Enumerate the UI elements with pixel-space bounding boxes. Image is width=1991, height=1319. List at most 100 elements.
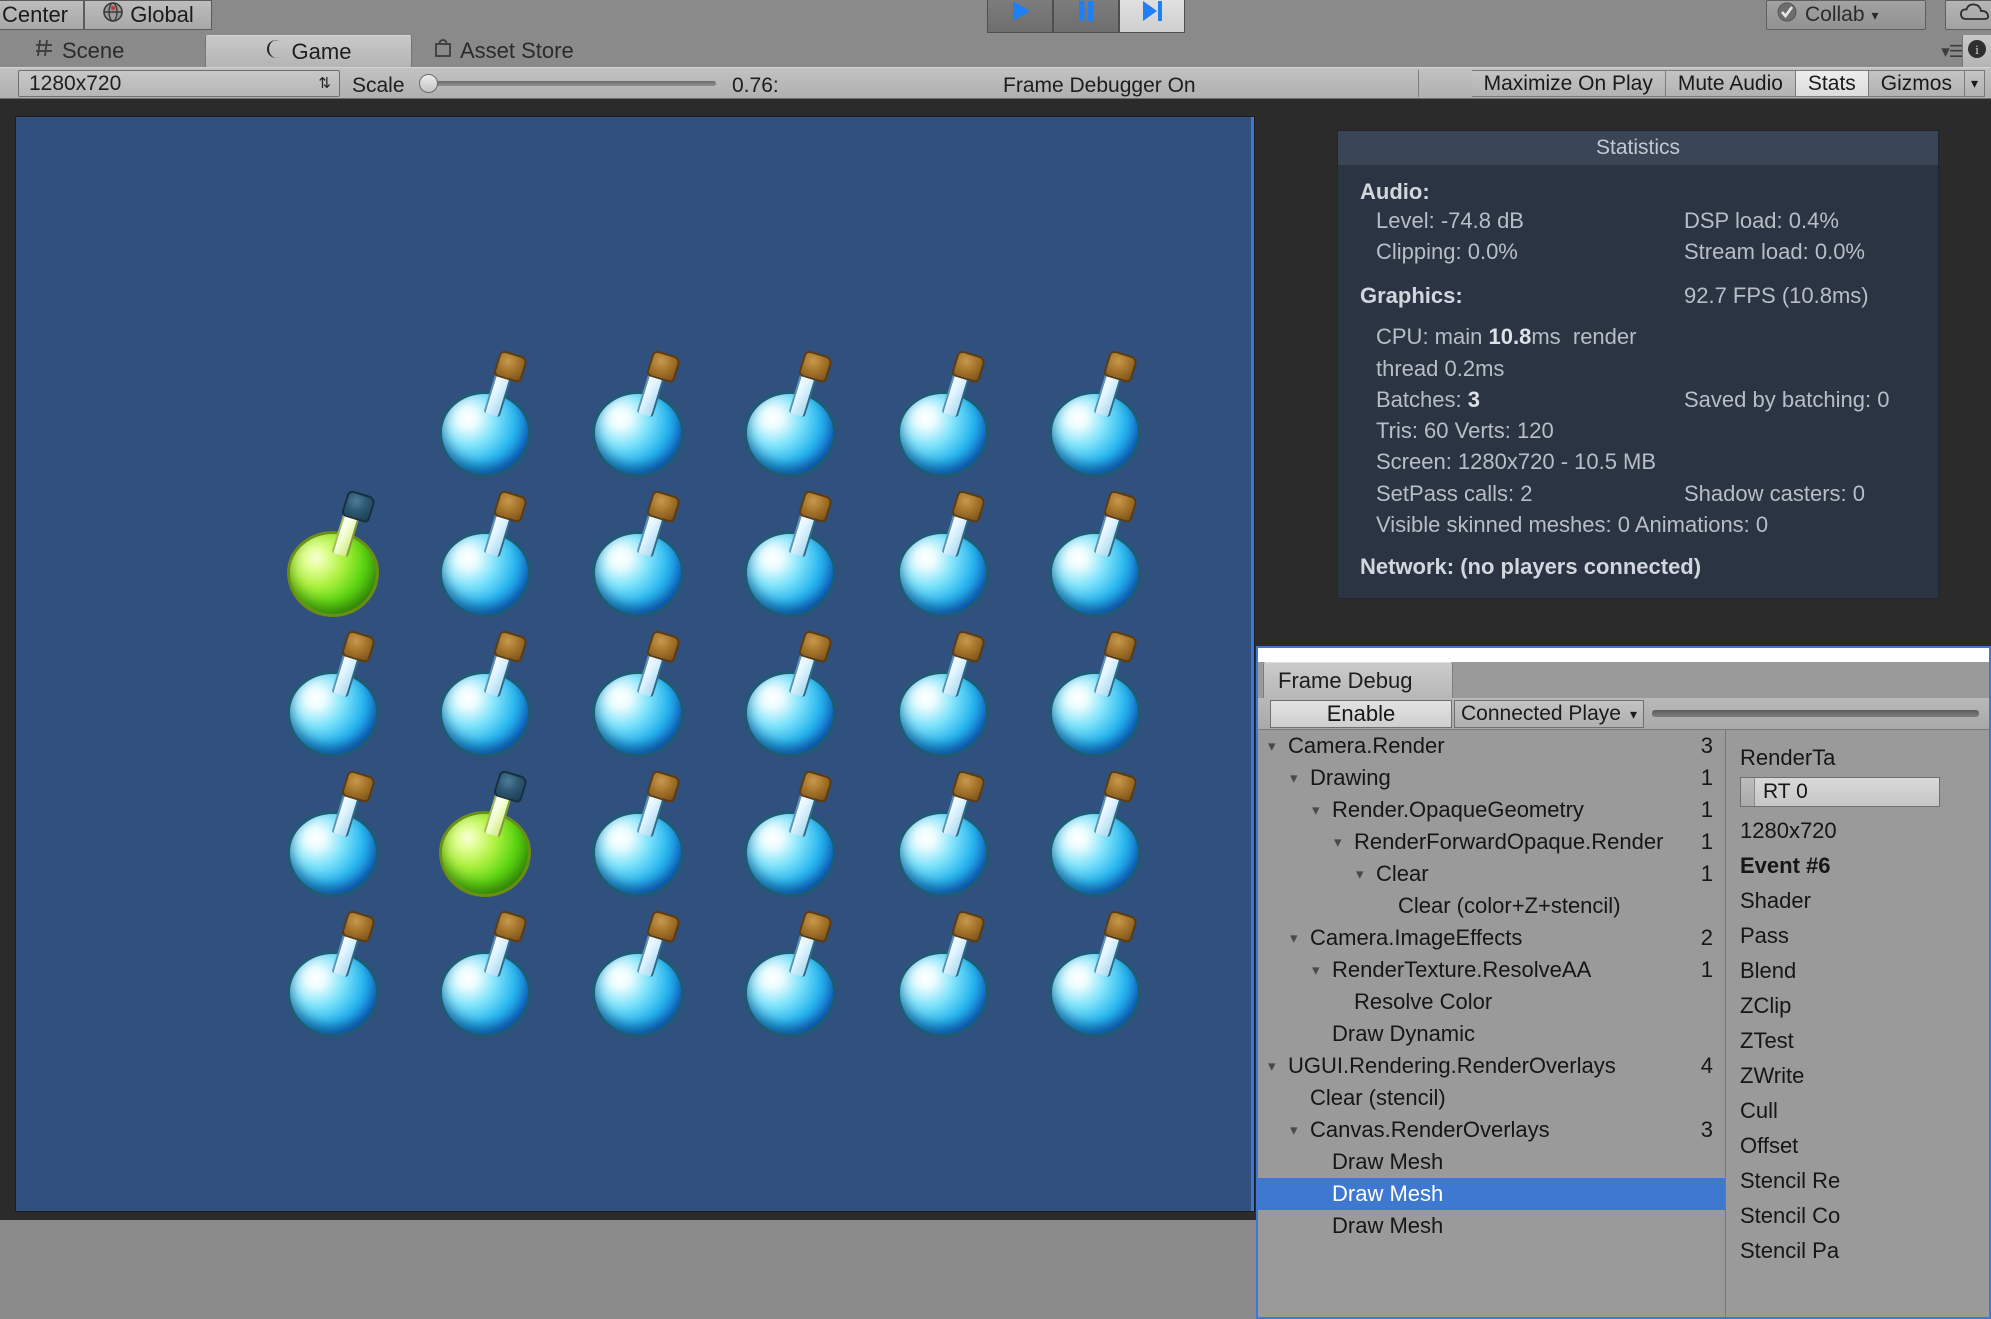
potion-sprite-blue[interactable] [1043, 629, 1151, 757]
frame-event-count: 1 [1700, 957, 1713, 982]
game-render-canvas[interactable] [15, 116, 1255, 1212]
mute-audio-button[interactable]: Mute Audio [1665, 70, 1796, 97]
potion-sprite-blue[interactable] [433, 489, 541, 617]
playback-controls [987, 0, 1185, 33]
potion-sprite-blue[interactable] [891, 629, 999, 757]
tab-scene[interactable]: Scene [20, 35, 138, 67]
disclosure-triangle-icon[interactable]: ▾ [1356, 865, 1376, 883]
frame-event-row[interactable]: Draw Mesh [1258, 1146, 1725, 1178]
play-button[interactable] [987, 0, 1053, 33]
tab-game[interactable]: Game [205, 35, 412, 67]
potion-sprite-blue[interactable] [891, 909, 999, 1037]
potion-sprite-green[interactable] [281, 489, 389, 617]
frame-event-row[interactable]: ▾ RenderForwardOpaque.Render 1 [1258, 826, 1725, 858]
frame-debugger-toolbar: Enable Connected Playe ▾ [1258, 698, 1989, 730]
globe-icon [102, 1, 124, 29]
frame-event-row[interactable]: ▾ UGUI.Rendering.RenderOverlays 4 [1258, 1050, 1725, 1082]
render-target-dropdown[interactable]: RT 0 [1740, 777, 1940, 807]
frame-event-count: 1 [1700, 829, 1713, 854]
potion-sprite-blue[interactable] [1043, 769, 1151, 897]
stats-button[interactable]: Stats [1795, 70, 1869, 97]
connected-player-dropdown[interactable]: Connected Playe ▾ [1454, 700, 1644, 728]
disclosure-triangle-icon[interactable]: ▾ [1312, 961, 1332, 979]
frame-event-row[interactable]: ▾ Camera.Render 3 [1258, 730, 1725, 762]
potion-sprite-blue[interactable] [586, 909, 694, 1037]
inspector-tab-peek[interactable]: i [1962, 35, 1991, 67]
potion-sprite-blue[interactable] [586, 489, 694, 617]
potion-sprite-blue[interactable] [738, 349, 846, 477]
chevron-down-icon: ▾ [1629, 705, 1637, 722]
graphics-tris-verts: Tris: 60 Verts: 120 [1376, 418, 1554, 444]
potion-sprite-blue[interactable] [738, 909, 846, 1037]
resolution-dropdown[interactable]: 1280x720 ⇅ [18, 70, 340, 97]
chevron-down-icon: ▾ [1871, 6, 1879, 23]
frame-event-row[interactable]: ▾ RenderTexture.ResolveAA 1 [1258, 954, 1725, 986]
tab-frame-debug-label: Frame Debug [1278, 667, 1413, 693]
frame-event-row[interactable]: Clear (stencil) [1258, 1082, 1725, 1114]
graphics-saved-batching: Saved by batching: 0 [1684, 386, 1890, 412]
potion-sprite-blue[interactable] [1043, 349, 1151, 477]
disclosure-triangle-icon[interactable]: ▾ [1312, 801, 1332, 819]
gizmos-dropdown-arrow[interactable]: ▾ [1964, 70, 1985, 97]
disclosure-triangle-icon[interactable]: ▾ [1268, 1057, 1288, 1075]
potion-sprite-blue[interactable] [891, 769, 999, 897]
scale-slider[interactable] [424, 81, 716, 86]
potion-sprite-blue[interactable] [586, 769, 694, 897]
potion-sprite-blue[interactable] [738, 629, 846, 757]
frame-debugger-titlebar[interactable] [1258, 648, 1989, 662]
event-property-label: Stencil Pa [1740, 1237, 1840, 1263]
potion-sprite-blue[interactable] [738, 769, 846, 897]
scale-slider-handle[interactable] [419, 74, 438, 93]
cloud-services-button[interactable] [1945, 0, 1991, 30]
event-scrubber-slider[interactable] [1652, 710, 1979, 717]
pivot-rotation-button[interactable]: Center [0, 0, 84, 30]
pivot-mode-button[interactable]: Global [84, 0, 212, 30]
potion-sprite-blue[interactable] [1043, 489, 1151, 617]
frame-event-row[interactable]: ▾ Clear 1 [1258, 858, 1725, 890]
frame-event-count: 1 [1700, 861, 1713, 886]
frame-event-row[interactable]: ▾ Render.OpaqueGeometry 1 [1258, 794, 1725, 826]
tab-frame-debug[interactable]: Frame Debug [1263, 662, 1453, 698]
panel-options-icon[interactable]: ▾☰ [1941, 42, 1964, 62]
frame-event-row[interactable]: ▾ Drawing 1 [1258, 762, 1725, 794]
potion-sprite-blue[interactable] [433, 629, 541, 757]
gizmos-button[interactable]: Gizmos [1868, 70, 1965, 97]
frame-event-row[interactable]: Clear (color+Z+stencil) [1258, 890, 1725, 922]
enable-button[interactable]: Enable [1270, 700, 1452, 728]
potion-sprite-blue[interactable] [433, 909, 541, 1037]
potion-sprite-blue[interactable] [433, 349, 541, 477]
potion-sprite-green[interactable] [433, 769, 541, 897]
potion-sprite-blue[interactable] [738, 489, 846, 617]
potion-sprite-blue[interactable] [586, 349, 694, 477]
collab-button[interactable]: Collab ▾ [1766, 0, 1926, 30]
frame-event-row[interactable]: ▾ Canvas.RenderOverlays 3 [1258, 1114, 1725, 1146]
step-button[interactable] [1119, 0, 1185, 33]
maximize-on-play-button[interactable]: Maximize On Play [1471, 70, 1666, 97]
disclosure-triangle-icon[interactable]: ▾ [1290, 1121, 1310, 1139]
frame-event-row[interactable]: Resolve Color [1258, 986, 1725, 1018]
pause-button[interactable] [1053, 0, 1119, 33]
frame-event-row[interactable]: Draw Dynamic [1258, 1018, 1725, 1050]
disclosure-triangle-icon[interactable]: ▾ [1268, 737, 1288, 755]
main-toolbar: Center Global Collab ▾ [0, 0, 1991, 33]
tab-asset-store[interactable]: Asset Store [420, 35, 588, 67]
toolbar-divider [1418, 70, 1419, 97]
frame-event-row[interactable]: Draw Mesh [1258, 1210, 1725, 1242]
potion-sprite-blue[interactable] [281, 769, 389, 897]
frame-event-row[interactable]: Draw Mesh [1258, 1178, 1725, 1210]
potion-sprite-blue[interactable] [586, 629, 694, 757]
audio-dsp-load: DSP load: 0.4% [1684, 208, 1839, 233]
frame-event-row[interactable]: ▾ Camera.ImageEffects 2 [1258, 922, 1725, 954]
potion-sprite-blue[interactable] [281, 909, 389, 1037]
potion-sprite-blue[interactable] [281, 629, 389, 757]
disclosure-triangle-icon[interactable]: ▾ [1290, 929, 1310, 947]
disclosure-triangle-icon[interactable]: ▾ [1334, 833, 1354, 851]
audio-clipping: Clipping: 0.0% [1376, 239, 1518, 265]
disclosure-triangle-icon[interactable]: ▾ [1290, 769, 1310, 787]
frame-event-tree[interactable]: ▾ Camera.Render 3 ▾ Drawing 1 ▾ Render.OpaqueGe… [1258, 730, 1725, 1317]
tab-scene-label: Scene [62, 38, 125, 63]
svg-text:i: i [1975, 42, 1979, 57]
potion-sprite-blue[interactable] [1043, 909, 1151, 1037]
potion-sprite-blue[interactable] [891, 349, 999, 477]
potion-sprite-blue[interactable] [891, 489, 999, 617]
